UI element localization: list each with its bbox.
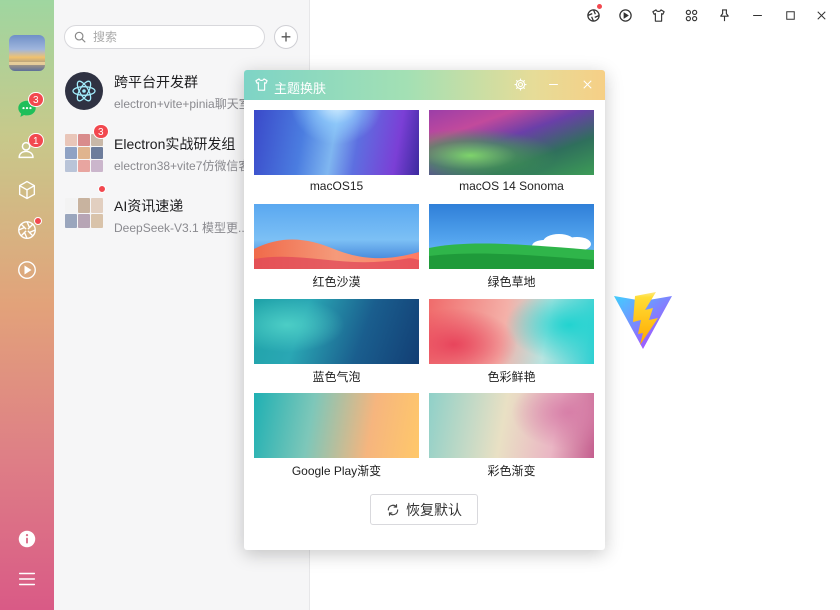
theme-thumb-green-grass[interactable] xyxy=(429,204,594,269)
dialog-title: 主题换肤 xyxy=(274,81,327,96)
minimize-button[interactable] xyxy=(748,6,766,24)
maximize-button[interactable] xyxy=(781,6,799,24)
group-avatar-grid xyxy=(65,134,103,172)
session-preview: electron+vite+pinia聊天室 xyxy=(114,97,248,111)
info-icon xyxy=(18,530,36,548)
cube-icon xyxy=(18,180,36,200)
search-icon xyxy=(74,31,86,43)
dialog-close-icon[interactable] xyxy=(580,77,595,92)
restore-default-label: 恢复默认 xyxy=(406,501,462,518)
moments-nav-button[interactable] xyxy=(14,217,42,243)
theme-label: Google Play渐变 xyxy=(291,464,382,478)
session-unread-badge: 3 xyxy=(93,124,109,139)
moments-toolbar-button[interactable] xyxy=(584,3,603,24)
about-button[interactable] xyxy=(14,526,40,552)
session-name: AI资讯速递 xyxy=(114,198,184,214)
add-button[interactable]: + xyxy=(274,25,298,49)
contacts-nav-button[interactable]: 1 xyxy=(14,133,44,163)
apps-toolbar-button[interactable] xyxy=(682,6,700,24)
theme-label: 绿色草地 xyxy=(487,275,536,289)
moments-new-dot xyxy=(34,217,42,225)
settings-gear-icon[interactable] xyxy=(513,77,528,92)
video-toolbar-button[interactable] xyxy=(616,6,634,24)
desert-dunes-graphic xyxy=(254,239,419,269)
skin-toolbar-button[interactable] xyxy=(649,6,667,24)
session-preview: electron38+vite7仿微信客 xyxy=(114,159,248,173)
dialog-header: 主题换肤 xyxy=(244,70,605,100)
grid-apps-icon xyxy=(685,9,697,21)
close-icon xyxy=(816,10,826,20)
theme-thumb-vivid[interactable] xyxy=(429,299,594,364)
theme-thumb-macos14[interactable] xyxy=(429,110,594,175)
theme-label: macOS15 xyxy=(309,179,364,193)
user-avatar[interactable] xyxy=(9,35,45,71)
theme-label: 彩色渐变 xyxy=(487,464,536,478)
close-button[interactable] xyxy=(812,6,830,24)
play-circle-icon xyxy=(618,8,632,22)
theme-label: 红色沙漠 xyxy=(312,275,361,289)
electron-logo-icon xyxy=(65,72,103,110)
theme-thumb-colorful-gradient[interactable] xyxy=(429,393,594,458)
session-new-dot xyxy=(98,185,106,193)
session-name: 跨平台开发群 xyxy=(114,74,198,90)
restore-default-button[interactable]: 恢复默认 xyxy=(370,494,478,525)
search-box[interactable] xyxy=(64,25,265,49)
theme-label: macOS 14 Sonoma xyxy=(459,179,564,193)
theme-thumb-blue-bubble[interactable] xyxy=(254,299,419,364)
chat-unread-badge: 3 xyxy=(28,92,44,107)
tshirt-icon xyxy=(255,78,268,91)
group-avatar-electron xyxy=(65,72,103,110)
theme-label: 蓝色气泡 xyxy=(312,370,361,384)
contacts-unread-badge: 1 xyxy=(28,133,44,148)
video-nav-button[interactable] xyxy=(14,257,40,283)
vite-logo-icon xyxy=(614,292,672,349)
plus-icon: + xyxy=(280,27,292,47)
pin-icon xyxy=(719,8,729,21)
theme-thumb-google-play[interactable] xyxy=(254,393,419,458)
left-rail: 3 1 xyxy=(0,0,54,610)
session-name: Electron实战研发组 xyxy=(114,136,236,152)
window-toolbar xyxy=(584,3,834,24)
grass-hill-graphic xyxy=(429,234,594,269)
hamburger-icon xyxy=(18,572,36,586)
dialog-minimize-icon[interactable] xyxy=(546,77,561,92)
apps-nav-button[interactable] xyxy=(14,177,40,203)
minimize-icon xyxy=(752,14,762,16)
pin-button[interactable] xyxy=(715,6,733,24)
session-preview: DeepSeek-V3.1 模型更... xyxy=(114,221,248,235)
search-input[interactable] xyxy=(93,29,253,45)
menu-button[interactable] xyxy=(14,566,40,592)
chat-nav-button[interactable]: 3 xyxy=(14,92,44,122)
maximize-icon xyxy=(785,10,795,20)
theme-thumb-macos15[interactable] xyxy=(254,110,419,175)
theme-label: 色彩鲜艳 xyxy=(487,370,536,384)
toolbar-new-dot xyxy=(596,3,603,10)
group-avatar-grid xyxy=(65,198,103,228)
theme-thumb-red-desert[interactable] xyxy=(254,204,419,269)
play-circle-icon xyxy=(18,261,36,279)
theme-dialog: 主题换肤 macOS15 macOS 14 Sonoma 红色沙漠 绿色草地 蓝… xyxy=(244,70,605,550)
refresh-icon xyxy=(387,503,399,516)
tshirt-icon xyxy=(651,8,665,22)
